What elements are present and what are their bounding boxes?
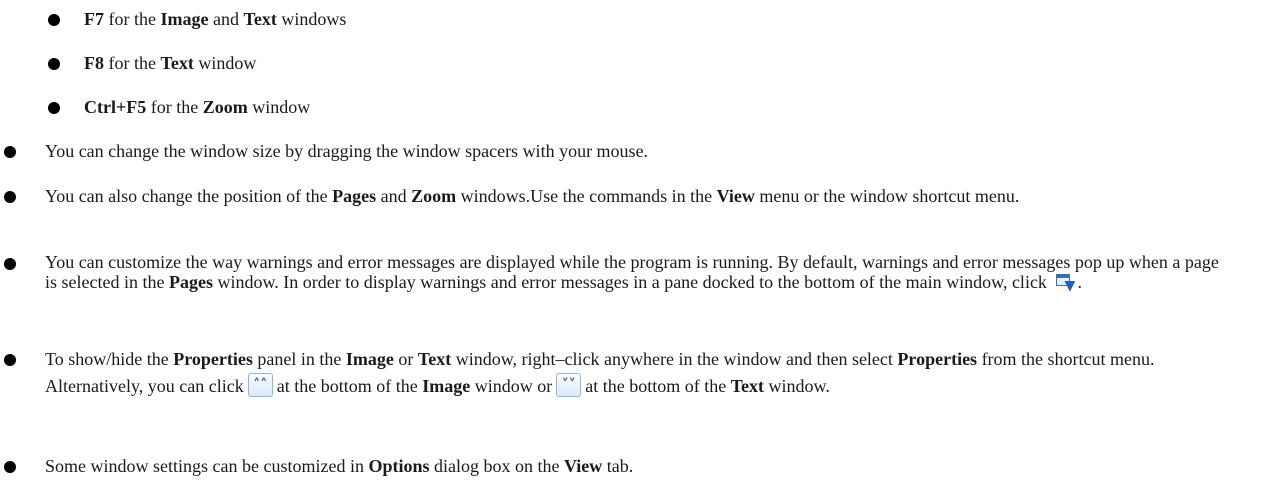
bullet-icon — [4, 354, 16, 366]
list-item-text: You can change the window size by draggi… — [45, 141, 649, 161]
list-item-text: To show/hide the Properties panel in the… — [45, 349, 1155, 397]
list-item-text: F8 for the Text window — [84, 53, 257, 73]
bullet-icon — [4, 461, 16, 473]
list-item-text: You can customize the way warnings and e… — [45, 252, 1219, 294]
bullet-icon — [48, 102, 60, 114]
list-item-text: You can also change the position of the … — [45, 186, 1020, 206]
bullet-icon — [4, 258, 16, 270]
bullet-icon — [48, 14, 60, 26]
list-item-text: F7 for the Image and Text windows — [84, 9, 347, 29]
list-item-text: Some window settings can be customized i… — [45, 456, 634, 476]
shortcut-key: F8 — [84, 53, 104, 73]
shortcut-key: F7 — [84, 9, 104, 29]
bullet-icon — [4, 146, 16, 158]
chevron-up-double-icon: ˄˄ — [247, 373, 273, 397]
list-item-text: Ctrl+F5 for the Zoom window — [84, 97, 311, 117]
bullet-icon — [48, 58, 60, 70]
chevron-down-double-icon: ˅˅ — [556, 373, 582, 397]
bullet-icon — [4, 191, 16, 203]
dock-pane-icon: ▼ — [1055, 272, 1077, 293]
shortcut-key: Ctrl+F5 — [84, 97, 147, 117]
